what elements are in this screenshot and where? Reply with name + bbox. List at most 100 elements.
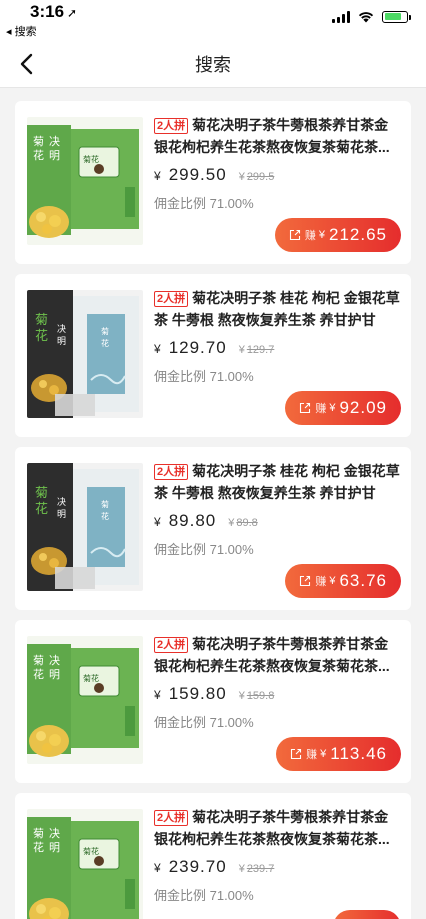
svg-text:菊花: 菊花: [83, 154, 99, 164]
original-price-currency: ¥: [228, 517, 235, 529]
share-icon: [300, 575, 311, 587]
price-currency: ¥: [154, 169, 161, 183]
product-price: 159.80: [168, 684, 227, 703]
price-currency: ¥: [154, 515, 161, 529]
svg-text:菊: 菊: [33, 654, 44, 667]
product-list: 菊花决明菊花 2人拼 菊花决明子茶牛蒡根茶养甘茶金银花枸杞养生花茶熬夜恢复茶菊花茶…: [0, 88, 426, 919]
original-price: 299.5: [246, 171, 275, 183]
svg-text:菊: 菊: [35, 486, 48, 501]
product-title[interactable]: 2人拼菊花决明子茶 桂花 枸杞 金银花草茶 牛蒡根 熬夜恢复养生茶 养甘护甘茶.…: [154, 460, 401, 504]
earn-share-button[interactable]: 赚 ¥ 63.76: [285, 564, 401, 598]
product-title[interactable]: 2人拼 菊花决明子茶牛蒡根茶养甘茶金银花枸杞养生花茶熬夜恢复茶菊花茶...: [154, 633, 401, 677]
share-icon: [289, 229, 300, 241]
tea-box-blue-image: 菊花 决明菊花: [27, 290, 143, 418]
product-price: 239.70: [168, 857, 227, 876]
earn-label: 赚: [306, 749, 318, 761]
share-icon: [291, 748, 302, 760]
location-arrow-icon: ➚: [67, 6, 78, 20]
group-buy-tag: 2人拼: [154, 291, 189, 307]
tea-box-blue-image: 菊花 决明菊花: [27, 463, 143, 591]
product-title[interactable]: 2人拼菊花决明子茶 桂花 枸杞 金银花草茶 牛蒡根 熬夜恢复养生茶 养甘护甘茶.…: [154, 287, 401, 331]
original-price: 89.8: [236, 517, 258, 529]
group-buy-tag: 2人拼: [154, 464, 189, 480]
svg-text:明: 明: [49, 149, 60, 162]
battery-icon: [382, 10, 411, 23]
earn-currency: ¥: [329, 575, 336, 587]
price-currency: ¥: [154, 688, 161, 702]
svg-text:花: 花: [101, 511, 109, 521]
commission-rate: 佣金比例 71.00%: [154, 888, 254, 903]
svg-text:花: 花: [33, 668, 44, 681]
original-price-currency: ¥: [238, 171, 245, 183]
back-to-app-link[interactable]: ◂ 搜索: [6, 23, 37, 39]
earn-amount: 113.46: [330, 744, 387, 763]
product-card[interactable]: 菊花决明菊花 2人拼 菊花决明子茶牛蒡根茶养甘茶金银花枸杞养生花茶熬夜恢复茶菊花茶…: [15, 793, 411, 919]
earn-label: 赚: [315, 576, 327, 588]
original-price: 129.7: [246, 344, 275, 356]
product-image[interactable]: 菊花决明菊花: [27, 636, 143, 764]
product-title-text: 菊花决明子茶牛蒡根茶养甘茶金银花枸杞养生花茶熬夜恢复茶菊花茶...: [154, 636, 390, 674]
svg-text:花: 花: [101, 338, 109, 348]
svg-text:菊花: 菊花: [83, 673, 99, 683]
earn-currency: ¥: [329, 402, 336, 414]
product-card[interactable]: 菊花决明菊花 2人拼 菊花决明子茶 桂花 枸杞 金银花草茶 牛蒡根 熬夜恢复养生茶…: [15, 274, 411, 437]
product-price: 129.70: [168, 338, 227, 357]
price-row: ¥ 299.50 ¥ 299.5: [154, 165, 274, 185]
price-row: ¥ 89.80 ¥ 89.8: [154, 511, 258, 531]
price-currency: ¥: [154, 342, 161, 356]
product-card[interactable]: 菊花决明菊花 2人拼 菊花决明子茶 桂花 枸杞 金银花草茶 牛蒡根 熬夜恢复养生茶…: [15, 447, 411, 610]
price-row: ¥ 239.70 ¥ 239.7: [154, 857, 274, 877]
earn-share-button[interactable]: 赚 ¥ 113.46: [276, 737, 401, 771]
svg-text:花: 花: [35, 501, 48, 517]
earn-share-button[interactable]: 赚 ¥ 212.65: [274, 218, 401, 252]
svg-text:决: 决: [57, 323, 66, 335]
product-image[interactable]: 菊花决明菊花: [27, 809, 143, 919]
svg-text:决: 决: [49, 827, 60, 840]
commission-rate: 佣金比例 71.00%: [154, 196, 254, 211]
svg-text:明: 明: [57, 336, 66, 347]
nav-bar: 搜索: [0, 40, 426, 88]
svg-text:花: 花: [35, 328, 48, 344]
svg-text:明: 明: [49, 668, 60, 681]
earn-share-button[interactable]: 赚 ¥: [332, 910, 401, 919]
earn-currency: ¥: [318, 229, 325, 241]
svg-text:菊: 菊: [35, 313, 48, 328]
product-title-text: 菊花决明子茶牛蒡根茶养甘茶金银花枸杞养生花茶熬夜恢复茶菊花茶...: [154, 809, 390, 847]
tea-box-green-image: 菊花决明 菊花: [27, 809, 143, 919]
commission-rate: 佣金比例 71.00%: [154, 715, 254, 730]
commission-rate: 佣金比例 71.00%: [154, 369, 254, 384]
original-price: 239.7: [246, 863, 275, 875]
earn-label: 赚: [304, 230, 316, 242]
price-currency: ¥: [154, 861, 161, 875]
commission-rate: 佣金比例 71.00%: [154, 542, 254, 557]
group-buy-tag: 2人拼: [154, 810, 189, 826]
product-title-text: 菊花决明子茶 桂花 枸杞 金银花草茶 牛蒡根 熬夜恢复养生茶 养甘护甘茶...: [154, 463, 400, 501]
product-title[interactable]: 2人拼 菊花决明子茶牛蒡根茶养甘茶金银花枸杞养生花茶熬夜恢复茶菊花茶...: [154, 114, 401, 158]
earn-label: 赚: [315, 403, 327, 415]
svg-text:菊: 菊: [33, 135, 44, 148]
product-card[interactable]: 菊花决明菊花 2人拼 菊花决明子茶牛蒡根茶养甘茶金银花枸杞养生花茶熬夜恢复茶菊花茶…: [15, 101, 411, 264]
earn-share-button[interactable]: 赚 ¥ 92.09: [285, 391, 401, 425]
svg-text:花: 花: [33, 149, 44, 162]
group-buy-tag: 2人拼: [154, 118, 189, 134]
earn-currency: ¥: [320, 748, 327, 760]
price-row: ¥ 159.80 ¥ 159.8: [154, 684, 274, 704]
status-icons: [332, 10, 411, 23]
tea-box-green-image: 菊花决明 菊花: [27, 636, 143, 764]
chevron-left-icon: [20, 53, 33, 75]
status-time: 3:16 ➚: [30, 2, 78, 21]
product-image[interactable]: 菊花决明菊花: [27, 290, 143, 418]
earn-amount: 92.09: [339, 398, 387, 417]
product-title[interactable]: 2人拼 菊花决明子茶牛蒡根茶养甘茶金银花枸杞养生花茶熬夜恢复茶菊花茶...: [154, 806, 401, 850]
svg-text:菊花: 菊花: [83, 846, 99, 856]
product-image[interactable]: 菊花决明菊花: [27, 463, 143, 591]
group-buy-tag: 2人拼: [154, 637, 189, 653]
price-row: ¥ 129.70 ¥ 129.7: [154, 338, 274, 358]
back-button[interactable]: [12, 50, 40, 78]
product-price: 89.80: [168, 511, 217, 530]
product-image[interactable]: 菊花决明菊花: [27, 117, 143, 245]
product-card[interactable]: 菊花决明菊花 2人拼 菊花决明子茶牛蒡根茶养甘茶金银花枸杞养生花茶熬夜恢复茶菊花茶…: [15, 620, 411, 783]
product-title-text: 菊花决明子茶 桂花 枸杞 金银花草茶 牛蒡根 熬夜恢复养生茶 养甘护甘茶...: [154, 290, 400, 328]
svg-text:决: 决: [57, 496, 66, 508]
svg-text:决: 决: [49, 135, 60, 148]
